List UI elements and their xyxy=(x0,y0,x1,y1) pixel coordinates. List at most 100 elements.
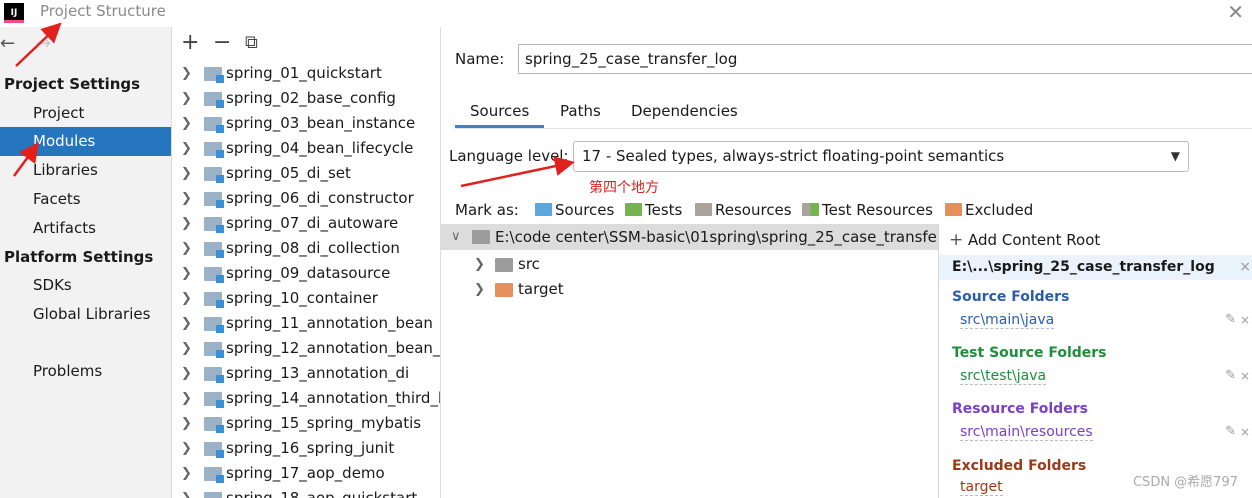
mark-as-excluded-button[interactable]: Excluded xyxy=(945,199,1033,221)
test-source-folders-heading: Test Source Folders xyxy=(952,345,1107,361)
name-label: Name: xyxy=(455,50,505,68)
nav-item-sdks[interactable]: SDKs xyxy=(0,271,171,300)
chevron-right-icon[interactable]: ❯ xyxy=(181,111,192,136)
module-row[interactable]: ❯ spring_17_aop_demo xyxy=(173,461,440,486)
edit-pencil-icon[interactable]: ✎ xyxy=(1225,424,1236,439)
tree-row-label: src xyxy=(518,255,540,273)
module-folder-icon xyxy=(204,442,224,458)
module-row[interactable]: ❯ spring_03_bean_instance xyxy=(173,111,440,136)
modules-toolbar: + − ⧉ xyxy=(173,27,440,60)
nav-item-facets[interactable]: Facets xyxy=(0,185,171,214)
edit-pencil-icon[interactable]: ✎ xyxy=(1225,312,1236,327)
chevron-right-icon[interactable]: ❯ xyxy=(181,336,192,361)
excluded-folder-path[interactable]: target xyxy=(960,479,1003,496)
test-source-folder-path[interactable]: src\test\java xyxy=(960,368,1047,385)
close-icon[interactable]: ✕ xyxy=(1227,0,1244,24)
language-level-value: 17 - Sealed types, always-strict floatin… xyxy=(582,147,1005,165)
copy-module-button[interactable]: ⧉ xyxy=(245,29,258,57)
chevron-right-icon[interactable]: ❯ xyxy=(181,386,192,411)
chevron-right-icon[interactable]: ❯ xyxy=(181,236,192,261)
module-name: spring_01_quickstart xyxy=(226,64,382,82)
chevron-right-icon[interactable]: ❯ xyxy=(181,261,192,286)
module-row[interactable]: ❯ spring_18_aop_quickstart xyxy=(173,486,440,498)
chevron-right-icon[interactable]: ❯ xyxy=(181,211,192,236)
tree-root-row[interactable]: ∨ E:\code center\SSM-basic\01spring\spri… xyxy=(441,224,938,250)
chevron-right-icon[interactable]: ❯ xyxy=(474,277,485,302)
module-row[interactable]: ❯ spring_04_bean_lifecycle xyxy=(173,136,440,161)
module-row[interactable]: ❯ spring_08_di_collection xyxy=(173,236,440,261)
chevron-right-icon[interactable]: ❯ xyxy=(474,252,485,277)
module-row[interactable]: ❯ spring_16_spring_junit xyxy=(173,436,440,461)
module-row[interactable]: ❯ spring_09_datasource xyxy=(173,261,440,286)
chevron-right-icon[interactable]: ❯ xyxy=(181,161,192,186)
mark-as-tests-button[interactable]: Tests xyxy=(625,199,682,221)
platform-settings-heading: Platform Settings xyxy=(4,248,154,266)
module-name: spring_11_annotation_bean xyxy=(226,314,433,332)
chevron-right-icon[interactable]: ❯ xyxy=(181,311,192,336)
language-level-select[interactable]: 17 - Sealed types, always-strict floatin… xyxy=(573,141,1189,172)
module-folder-icon xyxy=(204,392,224,408)
nav-item-libraries[interactable]: Libraries xyxy=(0,156,171,185)
back-arrow-icon[interactable]: ← xyxy=(0,33,15,54)
remove-folder-icon[interactable]: × xyxy=(1240,369,1250,383)
nav-item-artifacts[interactable]: Artifacts xyxy=(0,214,171,243)
module-row[interactable]: ❯ spring_13_annotation_di xyxy=(173,361,440,386)
modules-list: ❯ spring_01_quickstart ❯ spring_02_base_con… xyxy=(173,61,440,498)
add-module-button[interactable]: + xyxy=(181,29,199,57)
module-row[interactable]: ❯ spring_12_annotation_bean_m xyxy=(173,336,440,361)
module-name-input[interactable] xyxy=(518,44,1252,74)
nav-item-modules[interactable]: Modules xyxy=(0,127,171,156)
chevron-right-icon[interactable]: ❯ xyxy=(181,486,192,498)
remove-content-root-icon[interactable]: × xyxy=(1239,255,1251,280)
add-content-root-button[interactable]: + Add Content Root xyxy=(949,230,1100,250)
module-row[interactable]: ❯ spring_14_annotation_third_b xyxy=(173,386,440,411)
edit-pencil-icon[interactable]: ✎ xyxy=(1225,368,1236,383)
source-folder-path[interactable]: src\main\java xyxy=(960,312,1055,329)
module-name: spring_03_bean_instance xyxy=(226,114,416,132)
content-root-path: E:\...\spring_25_case_transfer_log × xyxy=(939,255,1252,280)
chevron-right-icon[interactable]: ❯ xyxy=(181,61,192,86)
forward-arrow-icon[interactable]: → xyxy=(36,33,51,54)
mark-as-resources-button[interactable]: Resources xyxy=(695,199,792,221)
chevron-right-icon[interactable]: ❯ xyxy=(181,286,192,311)
remove-folder-icon[interactable]: × xyxy=(1240,425,1250,439)
chevron-right-icon[interactable]: ❯ xyxy=(181,86,192,111)
nav-item-project[interactable]: Project xyxy=(0,99,171,128)
tab-paths[interactable]: Paths xyxy=(545,97,616,128)
module-row[interactable]: ❯ spring_05_di_set xyxy=(173,161,440,186)
nav-item-global-libraries[interactable]: Global Libraries xyxy=(0,300,171,329)
module-row[interactable]: ❯ spring_15_spring_mybatis xyxy=(173,411,440,436)
tree-row-label: target xyxy=(518,280,564,298)
module-name: spring_07_di_autoware xyxy=(226,214,399,232)
module-detail-pane: Name: Sources Paths Dependencies Languag… xyxy=(441,27,1252,498)
module-row[interactable]: ❯ spring_11_annotation_bean xyxy=(173,311,440,336)
module-row[interactable]: ❯ spring_02_base_config xyxy=(173,86,440,111)
module-folder-icon xyxy=(204,167,224,183)
chevron-right-icon[interactable]: ❯ xyxy=(181,361,192,386)
module-row[interactable]: ❯ spring_10_container xyxy=(173,286,440,311)
remove-folder-icon[interactable]: × xyxy=(1240,313,1250,327)
module-row[interactable]: ❯ spring_06_di_constructor xyxy=(173,186,440,211)
chevron-right-icon[interactable]: ❯ xyxy=(181,186,192,211)
tab-sources[interactable]: Sources xyxy=(455,97,545,128)
remove-module-button[interactable]: − xyxy=(213,29,231,57)
chevron-right-icon[interactable]: ❯ xyxy=(181,136,192,161)
module-row[interactable]: ❯ spring_07_di_autoware xyxy=(173,211,440,236)
chevron-right-icon[interactable]: ❯ xyxy=(181,411,192,436)
annotation-text: 第四个地方 xyxy=(589,180,659,196)
nav-item-problems[interactable]: Problems xyxy=(0,357,171,386)
chevron-right-icon[interactable]: ❯ xyxy=(181,436,192,461)
mark-as-sources-button[interactable]: Sources xyxy=(535,199,614,221)
chevron-right-icon[interactable]: ❯ xyxy=(181,461,192,486)
module-row[interactable]: ❯ spring_01_quickstart xyxy=(173,61,440,86)
resource-folder-path[interactable]: src\main\resources xyxy=(960,424,1093,441)
language-level-label: Language level: xyxy=(449,147,569,165)
tab-dependencies[interactable]: Dependencies xyxy=(616,97,753,128)
detail-tabs: Sources Paths Dependencies xyxy=(455,97,1252,129)
tree-row-target[interactable]: ❯ target xyxy=(441,277,938,302)
excluded-folders-heading: Excluded Folders xyxy=(952,458,1087,474)
tree-row-src[interactable]: ❯ src xyxy=(441,252,938,277)
mark-as-test-resources-button[interactable]: Test Resources xyxy=(802,199,933,221)
chevron-down-icon[interactable]: ∨ xyxy=(451,224,461,250)
window-title: Project Structure xyxy=(40,2,166,20)
